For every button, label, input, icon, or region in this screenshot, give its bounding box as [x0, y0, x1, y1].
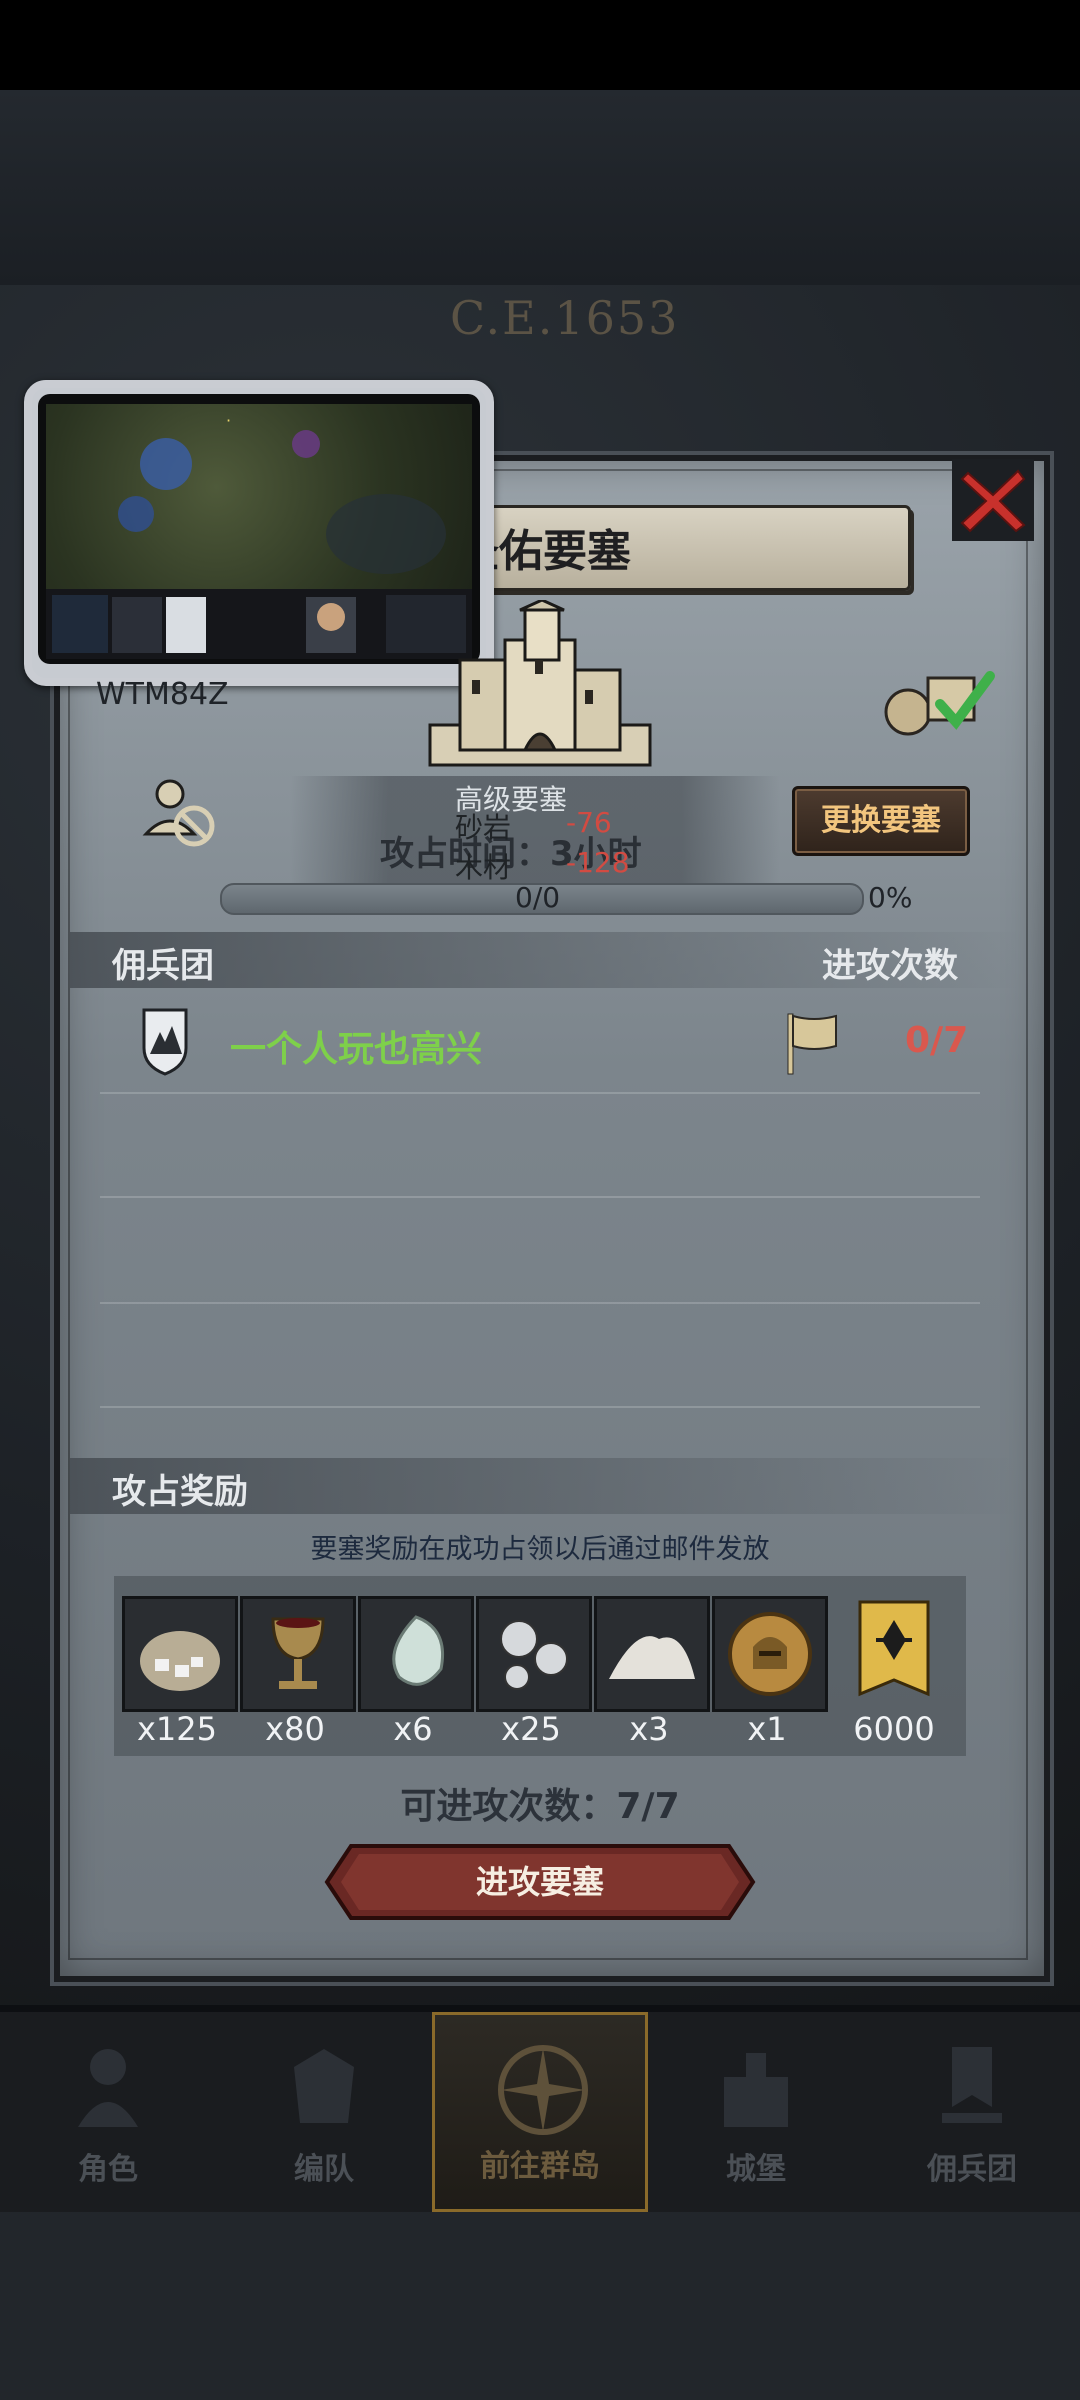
reward-qty: x125	[136, 1710, 217, 1748]
player-id: WTM84Z	[96, 677, 229, 712]
nav-item-mercenary[interactable]: 佣兵团	[864, 2012, 1080, 2212]
goblet-icon	[271, 1617, 325, 1689]
ore-bag-icon	[140, 1631, 220, 1691]
castle-icon	[428, 598, 652, 767]
reward-item-helmet-medal[interactable]	[712, 1596, 828, 1712]
mercenary-header-title: 佣兵团	[112, 946, 214, 986]
list-divider	[100, 1406, 980, 1408]
attack-fortress-label: 进攻要塞	[475, 1863, 604, 1901]
stream-map: ·	[46, 404, 472, 589]
reward-item-goblet[interactable]	[240, 1596, 356, 1712]
silver-coins-icon	[500, 1620, 568, 1690]
reward-qty: x25	[501, 1710, 561, 1748]
list-divider	[100, 1196, 980, 1198]
nav-label: 佣兵团	[927, 2152, 1017, 2187]
nav-label: 编队	[294, 2152, 354, 2187]
banner-icon	[942, 2047, 1002, 2123]
bottom-navigation: 角色 编队 前往群岛 城堡 佣兵团	[0, 2012, 1080, 2212]
nav-item-islands[interactable]: 前往群岛	[432, 2012, 648, 2212]
progress-count: 0/0	[515, 881, 561, 914]
nav-item-formation[interactable]: 编队	[216, 2012, 432, 2212]
cost-sandstone-label: 砂岩	[455, 811, 512, 844]
list-divider	[100, 1092, 980, 1094]
mercenary-attack-count: 0/7	[905, 1020, 969, 1061]
year-label: C.E.1653	[450, 291, 680, 345]
gem-icon	[392, 1615, 445, 1686]
stream-hud	[46, 589, 472, 659]
change-fortress-button[interactable]: 更换要塞	[792, 786, 970, 856]
reward-item-rank-banner[interactable]	[854, 1598, 934, 1706]
reward-qty: x80	[265, 1710, 325, 1748]
compass-icon	[498, 2045, 588, 2135]
mercenary-name[interactable]: 一个人玩也高兴	[230, 1020, 482, 1072]
reward-item-salt-pile[interactable]	[594, 1596, 710, 1712]
nav-label: 角色	[78, 2152, 138, 2187]
stream-video: ·	[38, 394, 480, 664]
stream-scene-icon: ·	[118, 411, 446, 574]
resource-bag-check-icon[interactable]	[878, 660, 998, 740]
rewards-header-title: 攻占奖励	[112, 1472, 248, 1512]
status-bar-area	[0, 0, 1080, 90]
reward-item-ore-bag[interactable]	[122, 1596, 238, 1712]
background-band	[0, 90, 1080, 285]
castle-nav-icon	[724, 2053, 788, 2127]
nav-label: 前往群岛	[480, 2149, 600, 2184]
nav-item-castle[interactable]: 城堡	[648, 2012, 864, 2212]
system-navigation-area	[0, 2212, 1080, 2400]
flag-icon	[782, 1010, 842, 1076]
helmet-medal-icon	[728, 1612, 812, 1696]
rank-banner-icon	[858, 1600, 930, 1697]
svg-text:·: ·	[226, 411, 231, 430]
armor-icon	[294, 2049, 354, 2123]
list-divider	[100, 1302, 980, 1304]
salt-pile-icon	[609, 1636, 695, 1679]
nav-label: 城堡	[726, 2152, 786, 2187]
progress-percent: 0%	[868, 881, 913, 914]
cost-wood-label: 木材	[455, 851, 512, 884]
reward-item-gem[interactable]	[358, 1596, 474, 1712]
attack-times-remaining: 可进攻次数：7/7	[400, 1786, 680, 1827]
reward-qty: x1	[747, 1710, 787, 1748]
knight-icon	[78, 2049, 138, 2127]
cost-wood-value: -128	[566, 846, 630, 879]
close-icon	[952, 459, 1034, 541]
mercenary-emblem-icon	[140, 1006, 190, 1076]
cost-sandstone-value: -76	[566, 806, 612, 839]
reward-qty: 6000	[853, 1710, 935, 1748]
rewards-note: 要塞奖励在成功占领以后通过邮件发放	[310, 1534, 770, 1565]
nav-item-character[interactable]: 角色	[0, 2012, 216, 2212]
person-blocked-icon[interactable]	[140, 772, 220, 852]
fortress-image	[420, 598, 660, 775]
reward-qty: x3	[629, 1710, 669, 1748]
close-button[interactable]	[948, 455, 1038, 545]
reward-qty: x6	[393, 1710, 433, 1748]
reward-item-silver-coins[interactable]	[476, 1596, 592, 1712]
attack-count-header: 进攻次数	[822, 946, 958, 986]
